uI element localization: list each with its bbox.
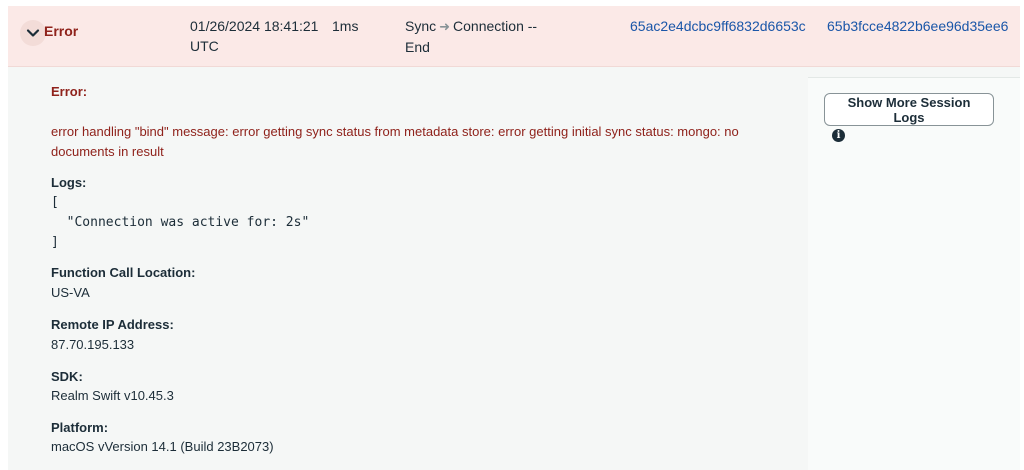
platform-value: macOS vVersion 14.1 (Build 23B2073) (51, 439, 274, 454)
type-from: Sync (405, 18, 437, 34)
duration-cell: 1ms (332, 18, 359, 34)
ip-value: 87.70.195.133 (51, 337, 135, 352)
logs-label: Logs: (51, 175, 87, 190)
arrow-right-icon: ➜ (439, 19, 451, 34)
status-label: Error (44, 23, 79, 39)
location-label: Function Call Location: (51, 265, 196, 280)
log-detail-panel: Error: error handling "bind" message: er… (8, 67, 1020, 470)
show-more-session-logs-button[interactable]: Show More Session Logs (824, 93, 994, 126)
error-message: error handling "bind" message: error get… (51, 124, 739, 159)
sdk-label: SDK: (51, 369, 83, 384)
error-label: Error: (51, 84, 88, 99)
request-id-link[interactable]: 65ac2e4dcbc9ff6832d6653c (630, 16, 806, 36)
chevron-down-icon (26, 29, 40, 37)
collapse-button[interactable] (20, 20, 46, 46)
session-id-link[interactable]: 65b3fcce4822b6ee96d35ee6 (827, 16, 1008, 36)
log-row-header[interactable]: Error 01/26/2024 18:41:21 UTC 1ms Sync ➜ C… (8, 6, 1020, 67)
ip-label: Remote IP Address: (51, 317, 174, 332)
location-value: US-VA (51, 285, 90, 300)
info-icon[interactable]: i (832, 129, 845, 142)
type-cell: Sync ➜ Connection -- End (405, 16, 555, 57)
timestamp-cell: 01/26/2024 18:41:21 UTC (190, 18, 319, 54)
log-entry-page: Error 01/26/2024 18:41:21 UTC 1ms Sync ➜ C… (0, 0, 1024, 470)
platform-label: Platform: (51, 420, 109, 435)
sdk-value: Realm Swift v10.45.3 (51, 388, 174, 403)
logs-content: [ "Connection was active for: 2s" ] (51, 195, 310, 250)
